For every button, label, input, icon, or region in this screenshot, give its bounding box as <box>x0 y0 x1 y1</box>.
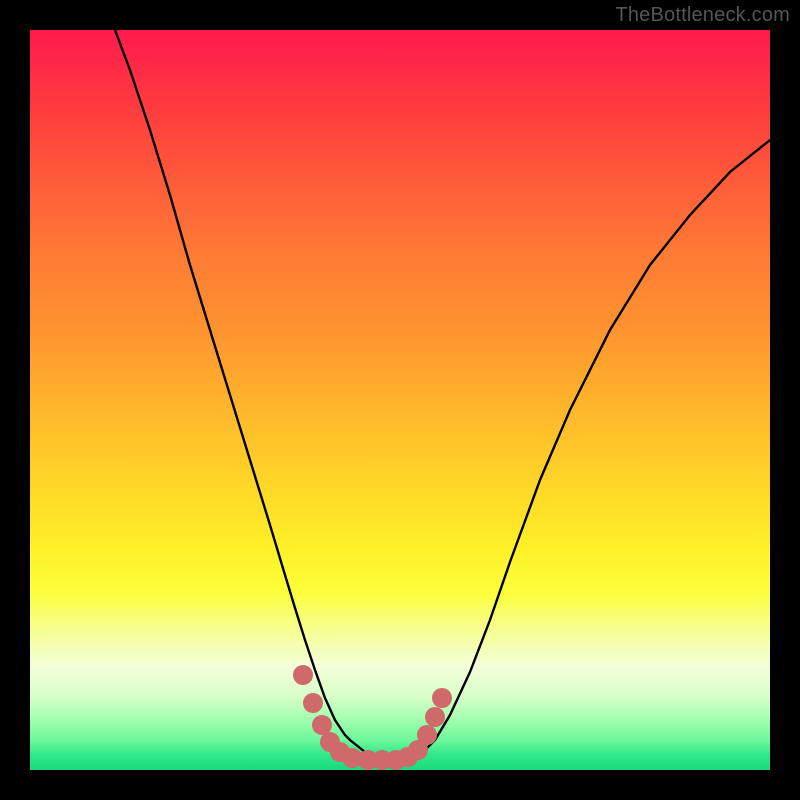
outer-frame: TheBottleneck.com <box>0 0 800 800</box>
marker-dot <box>293 665 313 685</box>
marker-group <box>293 665 452 770</box>
marker-dot <box>312 715 332 735</box>
marker-dot <box>432 688 452 708</box>
curve-svg <box>30 30 770 770</box>
bottleneck-curve <box>115 30 770 760</box>
watermark-text: TheBottleneck.com <box>615 4 790 27</box>
marker-dot <box>425 707 445 727</box>
marker-dot <box>417 725 437 745</box>
gradient-plot-area <box>30 30 770 770</box>
marker-dot <box>303 693 323 713</box>
